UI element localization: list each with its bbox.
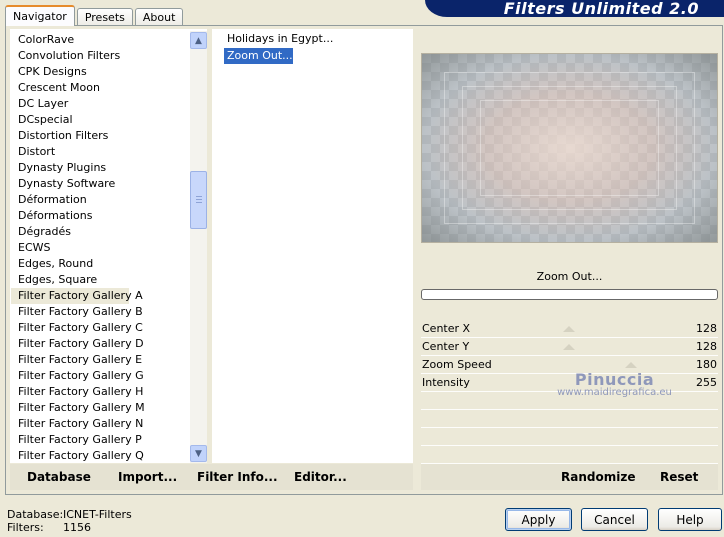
grip-line	[196, 199, 202, 200]
category-item[interactable]: Filter Factory Gallery C	[11, 320, 191, 336]
database-info: Database:ICNET-Filters Filters: 1156	[7, 508, 132, 534]
import-button[interactable]: Import...	[118, 470, 177, 484]
category-item[interactable]: ColorRave	[11, 32, 191, 48]
param-value: 128	[696, 340, 717, 353]
scroll-up-button[interactable]: ▲	[190, 32, 207, 49]
category-item-selected[interactable]: Filter Factory Gallery A	[11, 288, 143, 304]
watermark: Pinuccia www.maidiregrafica.eu	[547, 370, 682, 398]
category-item[interactable]: ECWS	[11, 240, 191, 256]
category-item[interactable]: CPK Designs	[11, 64, 191, 80]
slider-thumb[interactable]	[563, 326, 575, 332]
category-item[interactable]: Dégradés	[11, 224, 191, 240]
category-list[interactable]: ColorRave Convolution Filters CPK Designs C…	[10, 29, 207, 463]
slider-thumb[interactable]	[563, 344, 575, 350]
category-item[interactable]: Filter Factory Gallery P	[11, 432, 191, 448]
tab-presets[interactable]: Presets	[76, 8, 133, 26]
editor-button[interactable]: Editor...	[294, 470, 347, 484]
watermark-url: www.maidiregrafica.eu	[557, 387, 672, 398]
left-button-row: Database Import... Filter Info... Editor…	[10, 464, 413, 490]
category-item[interactable]: Edges, Round	[11, 256, 191, 272]
category-item[interactable]: Dynasty Plugins	[11, 160, 191, 176]
category-item[interactable]: Distort	[11, 144, 191, 160]
category-item[interactable]: Déformation	[11, 192, 191, 208]
category-item[interactable]: Filter Factory Gallery E	[11, 352, 191, 368]
category-item[interactable]: Filter Factory Gallery M	[11, 400, 191, 416]
category-item[interactable]: Filter Factory Gallery Q	[11, 448, 191, 462]
scroll-down-button[interactable]: ▼	[190, 445, 207, 462]
param-center-y[interactable]: Center Y 128	[421, 338, 718, 356]
scroll-thumb[interactable]	[190, 171, 207, 229]
category-item[interactable]: Déformations	[11, 208, 191, 224]
category-item[interactable]: Filter Factory Gallery B	[11, 304, 191, 320]
param-label: Center Y	[422, 340, 470, 353]
chevron-down-icon: ▼	[195, 448, 202, 459]
apply-button[interactable]: Apply	[505, 508, 572, 531]
slider-thumb[interactable]	[625, 362, 637, 368]
tab-navigator[interactable]: Navigator	[5, 5, 75, 26]
category-scrollbar[interactable]: ▲ ▼	[190, 31, 207, 463]
param-value: 180	[696, 358, 717, 371]
category-item[interactable]: Filter Factory Gallery G	[11, 368, 191, 384]
category-item[interactable]: Dynasty Software	[11, 176, 191, 192]
filter-name-label: Zoom Out...	[421, 267, 718, 285]
param-label: Zoom Speed	[422, 358, 492, 371]
preview-image	[421, 53, 718, 243]
category-item[interactable]: Crescent Moon	[11, 80, 191, 96]
param-label: Intensity	[422, 376, 470, 389]
grip-line	[196, 202, 202, 203]
filter-item-selected[interactable]: Zoom Out...	[224, 48, 293, 64]
category-item[interactable]: DC Layer	[11, 96, 191, 112]
category-item[interactable]: Filter Factory Gallery H	[11, 384, 191, 400]
param-empty	[421, 410, 718, 428]
database-button[interactable]: Database	[27, 470, 91, 484]
category-item[interactable]: Convolution Filters	[11, 48, 191, 64]
preview-frame	[480, 100, 659, 196]
category-items: ColorRave Convolution Filters CPK Designs C…	[11, 32, 191, 462]
category-item[interactable]: Distortion Filters	[11, 128, 191, 144]
right-button-row: Randomize Reset	[421, 464, 718, 490]
category-item[interactable]: Edges, Square	[11, 272, 191, 288]
preview-filter-label: Zoom Out...	[536, 269, 603, 283]
category-item[interactable]: DCspecial	[11, 112, 191, 128]
param-empty	[421, 446, 718, 464]
database-label: Database:	[7, 508, 64, 521]
progress-bar	[421, 289, 718, 300]
grip-line	[196, 196, 202, 197]
filter-item[interactable]: Holidays in Egypt...	[224, 31, 333, 47]
tab-about[interactable]: About	[134, 8, 184, 26]
param-value: 128	[696, 322, 717, 335]
reset-button[interactable]: Reset	[660, 470, 698, 484]
database-value: ICNET-Filters	[63, 508, 132, 521]
param-value: 255	[696, 376, 717, 389]
param-label: Center X	[422, 322, 471, 335]
category-item[interactable]: Filter Factory Gallery N	[11, 416, 191, 432]
category-item[interactable]: Filter Factory Gallery D	[11, 336, 191, 352]
param-empty	[421, 428, 718, 446]
brand-banner: Filters Unlimited 2.0	[425, 0, 724, 18]
filters-count-value: 1156	[63, 521, 91, 534]
brand-title: Filters Unlimited 2.0	[503, 0, 699, 18]
param-center-x[interactable]: Center X 128	[421, 320, 718, 338]
filters-count-label: Filters:	[7, 521, 44, 534]
help-button[interactable]: Help	[658, 508, 722, 531]
randomize-button[interactable]: Randomize	[561, 470, 635, 484]
filter-list[interactable]: Holidays in Egypt... Zoom Out...	[212, 29, 413, 463]
tab-strip: Navigator Presets About	[5, 5, 185, 26]
chevron-up-icon: ▲	[195, 35, 202, 46]
filter-info-button[interactable]: Filter Info...	[197, 470, 278, 484]
cancel-button[interactable]: Cancel	[581, 508, 648, 531]
